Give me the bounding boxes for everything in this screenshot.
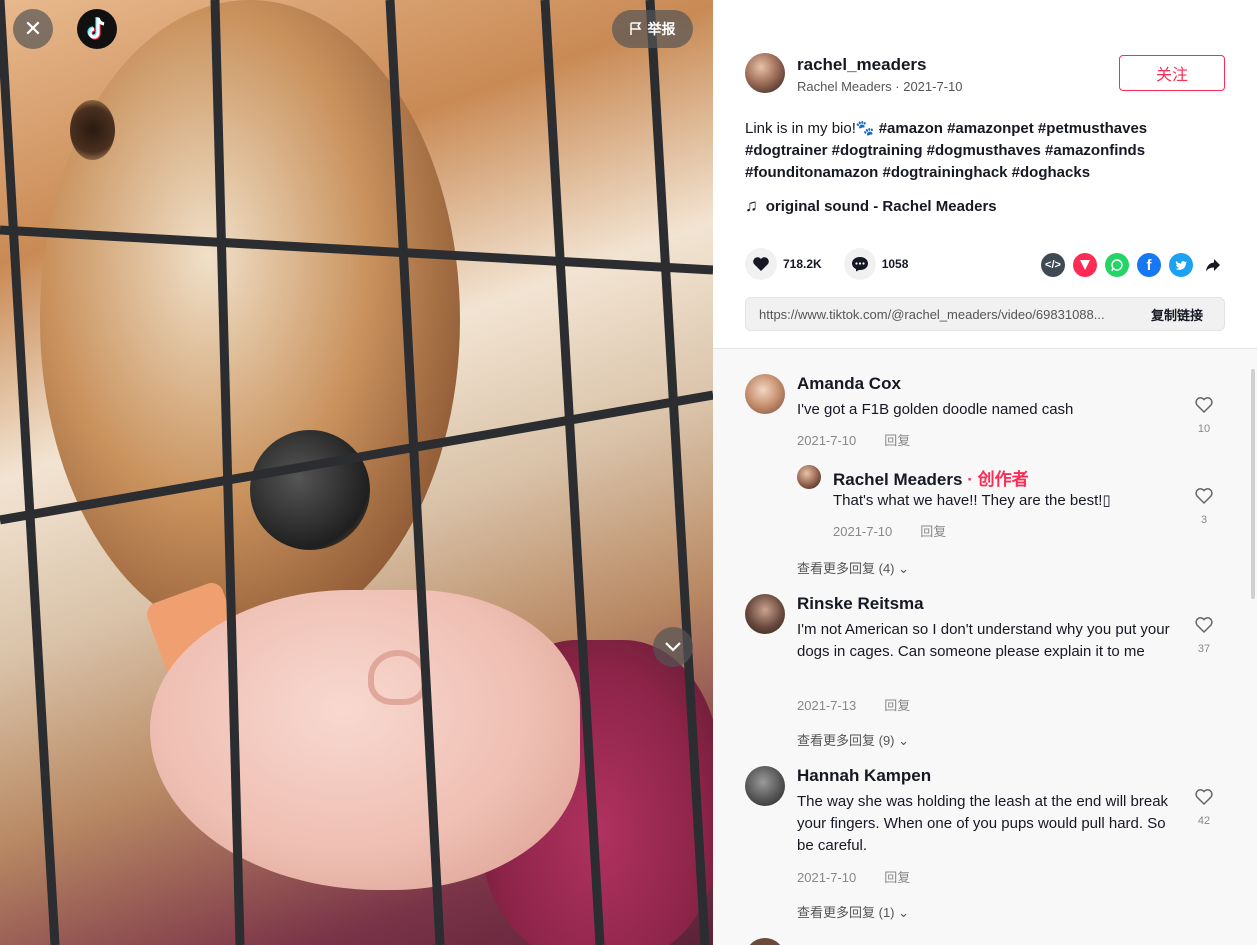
video-description: Link is in my bio!🐾 #amazon #amazonpet #… xyxy=(745,118,1195,184)
author-avatar[interactable] xyxy=(745,53,785,93)
comment-author[interactable]: Hannah Kampen xyxy=(797,766,931,786)
reply-meta: 2021-7-10 回复 xyxy=(833,521,946,540)
music-label: original sound - Rachel Meaders xyxy=(765,197,997,215)
comment-item: Amanda Cox I've got a F1B golden doodle … xyxy=(745,374,1225,454)
comment-button[interactable] xyxy=(843,248,876,280)
close-icon: ✕ xyxy=(23,16,43,41)
comment-like-count: 37 xyxy=(1197,643,1211,655)
comment-like-count: 10 xyxy=(1197,423,1211,435)
report-button[interactable]: 举报 xyxy=(612,10,693,48)
reply-author[interactable]: Rachel Meaders · 创作者 xyxy=(833,465,1029,490)
video-url[interactable]: https://www.tiktok.com/@rachel_meaders/v… xyxy=(759,307,1129,322)
comment-count: 1058 xyxy=(881,257,909,271)
view-more-replies[interactable]: 查看更多回复 (4) ⌄ xyxy=(797,558,909,577)
comment-scrollbar[interactable] xyxy=(1251,369,1255,599)
comment-meta: 2021-7-13 回复 xyxy=(797,695,910,714)
comment-list[interactable]: Amanda Cox I've got a F1B golden doodle … xyxy=(713,349,1257,945)
comment-bubble-icon xyxy=(851,257,868,272)
comment-meta: 2021-7-10 回复 xyxy=(797,867,910,886)
follow-button[interactable]: 关注 xyxy=(1119,55,1225,91)
comment-like-button[interactable]: 42 xyxy=(1193,788,1215,827)
description-text: Link is in my bio!🐾 xyxy=(745,120,879,137)
like-count: 718.2K xyxy=(783,257,822,271)
reply-avatar[interactable] xyxy=(797,465,821,489)
author-block: rachel_meaders Rachel Meaders · 2021-7-1… xyxy=(745,53,962,94)
embed-icon[interactable]: </> xyxy=(1041,253,1065,277)
music-link[interactable]: ♫ original sound - Rachel Meaders xyxy=(745,196,997,216)
hashtags-line-1[interactable]: #amazon #amazonpet #petmusthaves xyxy=(879,120,1147,137)
heart-outline-icon xyxy=(1195,488,1213,505)
heart-outline-icon xyxy=(1195,397,1213,414)
hashtags-line-3[interactable]: #founditonamazon #dogtraininghack #dogha… xyxy=(745,164,1090,181)
tiktok-logo-button[interactable] xyxy=(77,9,117,49)
music-note-icon: ♫ xyxy=(745,196,758,215)
copy-link-button[interactable]: 复制链接 xyxy=(1151,305,1203,324)
reply-button[interactable]: 回复 xyxy=(920,524,946,539)
send-icon[interactable] xyxy=(1073,253,1097,277)
author-subtitle: Rachel Meaders · 2021-7-10 xyxy=(797,79,963,94)
comment-item: Hannah Kampen The way she was holding th… xyxy=(745,766,1225,885)
heart-outline-icon xyxy=(1195,789,1213,806)
reply-button[interactable]: 回复 xyxy=(884,433,910,448)
comment-like-button[interactable]: 37 xyxy=(1193,616,1215,655)
share-arrow-icon[interactable] xyxy=(1201,253,1225,277)
whatsapp-icon[interactable] xyxy=(1105,253,1129,277)
comment-date: 2021-7-10 xyxy=(797,433,857,448)
chevron-down-icon: ⌄ xyxy=(898,561,910,576)
view-more-replies[interactable]: 查看更多回复 (1) ⌄ xyxy=(797,902,909,921)
facebook-icon[interactable]: f xyxy=(1137,253,1161,277)
comment-avatar[interactable] xyxy=(745,938,785,945)
view-more-replies[interactable]: 查看更多回复 (9) ⌄ xyxy=(797,730,909,749)
comment-item: Rinske Reitsma I'm not American so I don… xyxy=(745,594,1225,713)
share-row: </> f xyxy=(1041,253,1225,277)
copy-link-box: https://www.tiktok.com/@rachel_meaders/v… xyxy=(745,297,1225,331)
hashtags-line-2[interactable]: #dogtrainer #dogtraining #dogmusthaves #… xyxy=(745,142,1145,159)
next-video-button[interactable] xyxy=(653,627,693,667)
tiktok-logo-icon xyxy=(87,17,105,40)
comment-date: 2021-7-10 xyxy=(797,870,857,885)
report-label: 举报 xyxy=(647,21,676,37)
comment-avatar[interactable] xyxy=(745,374,785,414)
reply-button[interactable]: 回复 xyxy=(884,698,910,713)
comment-text: I'm not American so I don't understand w… xyxy=(797,621,1170,660)
details-panel: rachel_meaders Rachel Meaders · 2021-7-1… xyxy=(713,0,1257,945)
video-player[interactable]: ✕ 举报 xyxy=(0,0,713,945)
close-button[interactable]: ✕ xyxy=(13,9,53,49)
video-frame-cage-bars xyxy=(0,0,713,945)
chevron-down-icon: ⌄ xyxy=(898,905,910,920)
heart-outline-icon xyxy=(1195,617,1213,634)
reply-date: 2021-7-10 xyxy=(833,524,893,539)
chevron-down-icon: ⌄ xyxy=(898,733,910,748)
chevron-down-icon xyxy=(665,642,681,652)
reply-like-button[interactable]: 3 xyxy=(1193,487,1215,526)
comment-avatar[interactable] xyxy=(745,766,785,806)
author-username[interactable]: rachel_meaders xyxy=(797,55,926,75)
reply-like-count: 3 xyxy=(1200,514,1208,526)
heart-icon xyxy=(753,257,769,271)
comment-meta: 2021-7-10 回复 xyxy=(797,430,910,449)
twitter-icon[interactable] xyxy=(1169,253,1193,277)
comment-like-button[interactable]: 10 xyxy=(1193,396,1215,435)
comment-author[interactable]: Rinske Reitsma xyxy=(797,594,924,614)
comment-text: The way she was holding the leash at the… xyxy=(797,793,1169,854)
flag-icon xyxy=(629,22,641,35)
comment-like-count: 42 xyxy=(1197,815,1211,827)
reply-item: Rachel Meaders · 创作者 That's what we have… xyxy=(797,465,1213,539)
reply-text: That's what we have!! They are the best!… xyxy=(833,492,1111,509)
comment-text: I've got a F1B golden doodle named cash xyxy=(797,401,1074,418)
comment-author[interactable]: Amanda Cox xyxy=(797,374,901,394)
stats-row: 718.2K 1058 xyxy=(745,248,908,280)
comment-avatar[interactable] xyxy=(745,594,785,634)
comment-date: 2021-7-13 xyxy=(797,698,857,713)
reply-button[interactable]: 回复 xyxy=(884,870,910,885)
like-button[interactable] xyxy=(745,248,777,280)
creator-badge: · 创作者 xyxy=(967,470,1029,489)
